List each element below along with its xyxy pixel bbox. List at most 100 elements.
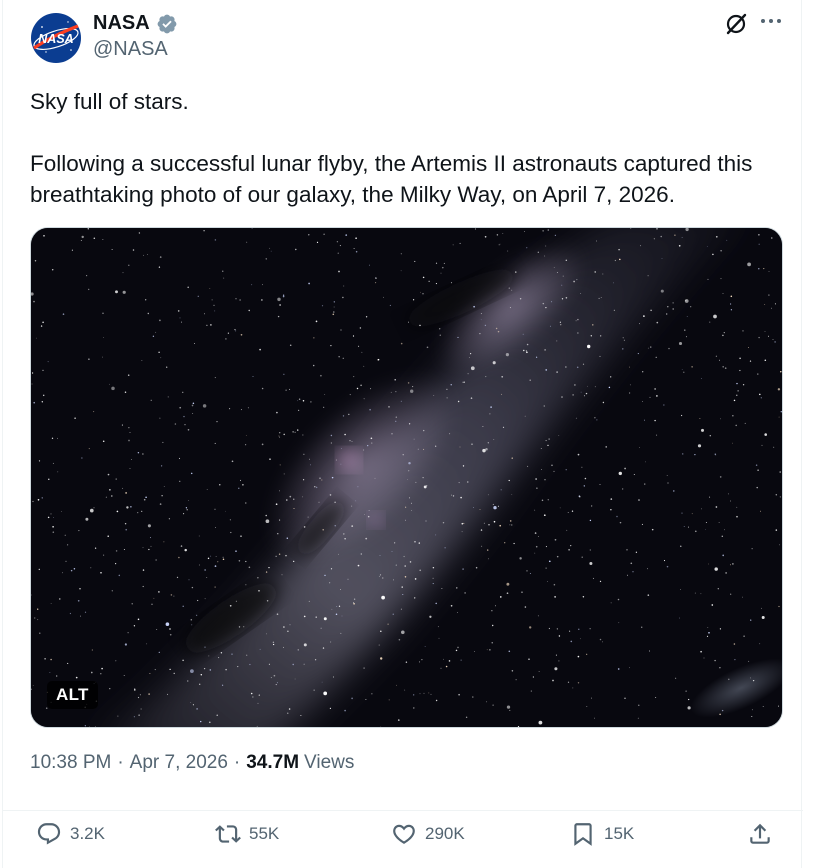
star [480,313,482,315]
star [654,388,656,390]
star [375,282,377,284]
star [159,417,161,419]
views-label: Views [304,752,355,773]
star [697,444,702,448]
star [613,282,614,284]
star [297,409,300,412]
star [540,468,542,470]
star [719,628,722,630]
star [610,498,613,500]
star [380,726,382,727]
star [294,678,296,680]
star [561,298,564,300]
star [261,443,264,446]
star [547,499,549,501]
like-button[interactable]: 290K [391,821,465,847]
tweet-date[interactable]: Apr 7, 2026 [130,752,228,774]
star [382,577,384,579]
star [727,493,729,495]
star [322,647,325,649]
star [443,262,445,264]
star [572,394,574,396]
star [717,588,719,590]
star [538,671,540,672]
star [152,335,155,337]
share-button[interactable] [747,821,773,847]
more-icon[interactable] [757,10,785,36]
star [768,335,769,337]
alt-badge[interactable]: ALT [47,681,98,709]
star [589,628,591,630]
star [569,630,571,632]
tweet-photo[interactable]: ALT [30,227,783,728]
star [581,556,583,558]
star [483,522,485,524]
star [462,465,465,467]
star [88,358,90,361]
reply-button[interactable]: 3.2K [36,821,105,847]
star [342,415,345,417]
repost-button[interactable]: 55K [215,821,279,847]
star [45,707,48,709]
star [675,677,677,679]
star [577,655,580,658]
star [312,364,315,367]
star [190,702,192,704]
star [294,431,296,433]
star [214,310,216,312]
star [363,449,365,451]
bookmark-icon [574,823,592,846]
star [320,374,322,377]
star [235,330,237,332]
star [143,498,146,501]
star [433,394,435,396]
tweet-time[interactable]: 10:38 PM [30,752,111,774]
star [155,559,157,561]
star [102,356,103,358]
star [277,533,279,535]
star [724,367,727,369]
star [334,525,336,527]
star [779,471,781,473]
star [32,372,34,374]
star [470,366,475,371]
grok-icon[interactable] [723,11,749,37]
display-name[interactable]: NASA [93,12,178,35]
star [94,547,97,549]
star [223,277,225,279]
star [647,347,649,349]
star [506,582,510,586]
star [423,485,427,489]
star [109,489,111,491]
star [165,622,170,626]
star [463,522,465,524]
star [102,239,104,240]
star [117,715,119,717]
star [80,615,81,617]
star [150,545,152,547]
star [222,558,225,561]
star [278,553,281,555]
star [622,488,624,490]
star [778,605,780,608]
star [100,571,102,574]
star [771,237,773,239]
star [222,556,224,558]
star [576,279,578,281]
star [687,706,691,710]
star [293,560,295,563]
star [347,578,349,580]
star [329,707,331,709]
star [647,275,649,277]
star [214,442,216,444]
handle[interactable]: @NASA [93,38,168,61]
avatar[interactable]: NASA [30,12,82,64]
star [624,467,626,470]
tweet-card: NASA NASA @NASA Sky full of stars. Follo… [2,0,803,868]
star [351,441,353,442]
star [303,453,305,455]
star [338,605,341,607]
star [771,307,772,309]
star [342,357,344,359]
bookmark-button[interactable]: 15K [570,821,634,847]
